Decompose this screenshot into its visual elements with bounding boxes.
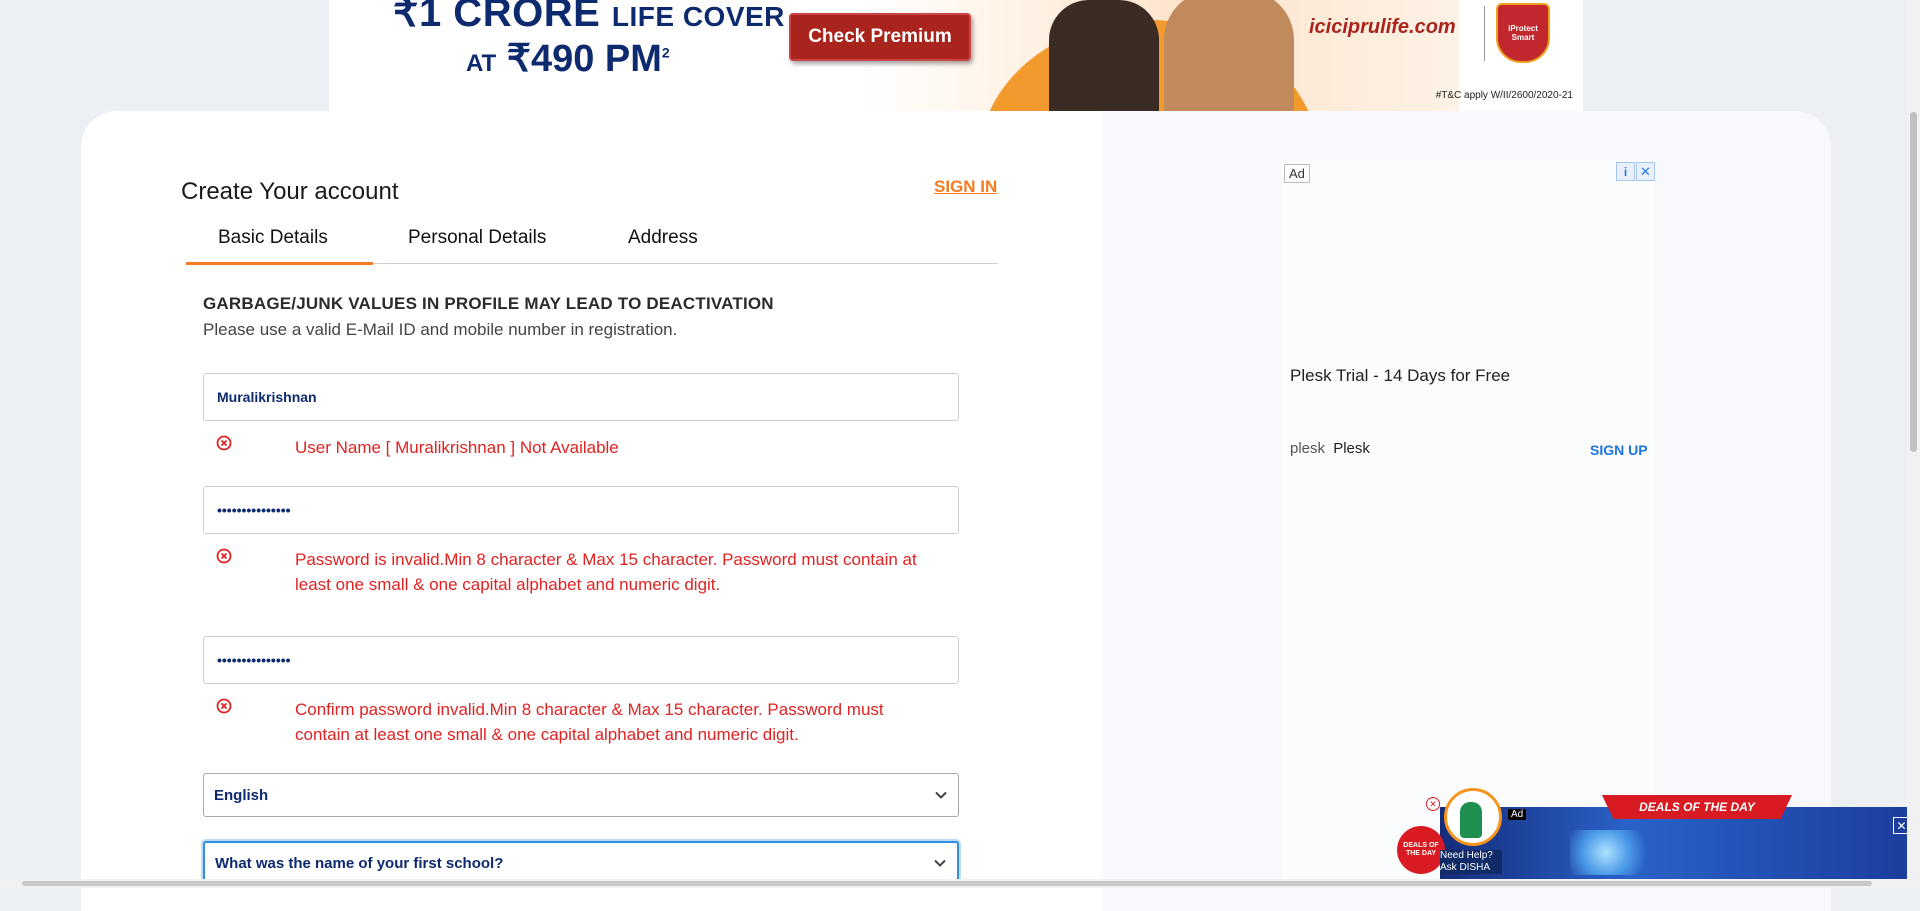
security-question-value: What was the name of your first school? — [215, 854, 504, 872]
password-error-message: Password is invalid.Min 8 character & Ma… — [295, 550, 917, 594]
active-tab-indicator — [186, 262, 373, 265]
ad-badge: Ad — [1284, 164, 1310, 183]
chevron-down-icon — [934, 859, 946, 867]
iprotect-smart-logo: iProtect Smart — [1496, 3, 1550, 63]
robot-image — [1570, 830, 1660, 875]
confirm-password-field[interactable]: ••••••••••••••• — [203, 636, 959, 684]
ad-brand-name: Plesk — [1333, 440, 1370, 457]
deactivation-warning-title: GARBAGE/JUNK VALUES IN PROFILE MAY LEAD … — [203, 294, 774, 313]
confirm-password-error-message: Confirm password invalid.Min 8 character… — [295, 700, 884, 744]
banner-person-image — [1049, 0, 1159, 111]
ad-close-icon[interactable]: ✕ — [1636, 162, 1655, 181]
vertical-scrollbar-thumb[interactable] — [1910, 112, 1917, 452]
language-select[interactable]: English — [203, 773, 959, 817]
page-title: Create Your account — [181, 178, 399, 205]
deals-of-the-day-banner[interactable]: DEALS OF THE DAY — [1602, 795, 1792, 819]
vertical-scrollbar[interactable] — [1907, 0, 1920, 888]
ad-sign-up-button[interactable]: SIGN UP — [1590, 442, 1648, 458]
plesk-logo: plesk — [1290, 440, 1326, 457]
sign-in-link[interactable]: SIGN IN — [934, 177, 997, 197]
chevron-down-icon — [935, 791, 947, 799]
horizontal-scrollbar[interactable] — [0, 879, 1907, 888]
disha-label: Need Help? Ask DISHA — [1440, 850, 1502, 874]
language-select-value: English — [214, 786, 269, 804]
horizontal-scrollbar-thumb[interactable] — [22, 881, 1872, 886]
tab-basic-details[interactable]: Basic Details — [218, 227, 328, 249]
password-field[interactable]: ••••••••••••••• — [203, 486, 959, 534]
disha-label-line2: Ask DISHA — [1440, 862, 1491, 873]
tab-personal-details[interactable]: Personal Details — [408, 227, 546, 249]
disha-label-line1: Need Help? — [1440, 850, 1493, 861]
tab-address[interactable]: Address — [628, 227, 698, 249]
disha-avatar-body — [1460, 802, 1482, 838]
ad-headline[interactable]: Plesk Trial - 14 Days for Free — [1290, 366, 1510, 386]
ask-disha-chat-widget[interactable]: Need Help? Ask DISHA — [1438, 780, 1506, 880]
username-field[interactable]: Muralikrishnan — [203, 373, 959, 421]
banner-headline-line1: ₹1 CRORE LIFE COVER — [393, 0, 785, 35]
deals-ad-badge: Ad — [1508, 809, 1527, 820]
registration-tabs: Basic Details Personal Details Address — [186, 215, 998, 265]
error-icon — [216, 435, 232, 451]
check-premium-button[interactable]: Check Premium — [789, 13, 971, 61]
deactivation-warning-subtitle: Please use a valid E-Mail ID and mobile … — [203, 320, 678, 339]
error-icon — [216, 698, 232, 714]
banner-child-image — [1164, 0, 1294, 111]
side-ad[interactable] — [1281, 160, 1655, 888]
banner-site-name: iciciprulife.com — [1309, 16, 1456, 38]
username-error-message: User Name [ Muralikrishnan ] Not Availab… — [295, 438, 619, 457]
banner-headline-line2: AT ₹490 PM2 — [466, 38, 670, 80]
ad-brand: plesk Plesk — [1290, 440, 1370, 457]
top-banner-ad[interactable]: ₹1 CRORE LIFE COVER AT ₹490 PM2 Check Pr… — [329, 0, 1583, 111]
banner-tnc: #T&C apply W/II/2600/2020-21 — [1435, 90, 1573, 101]
banner-divider — [1484, 6, 1485, 61]
error-icon — [216, 548, 232, 564]
ad-info-icon[interactable]: i — [1616, 162, 1635, 181]
